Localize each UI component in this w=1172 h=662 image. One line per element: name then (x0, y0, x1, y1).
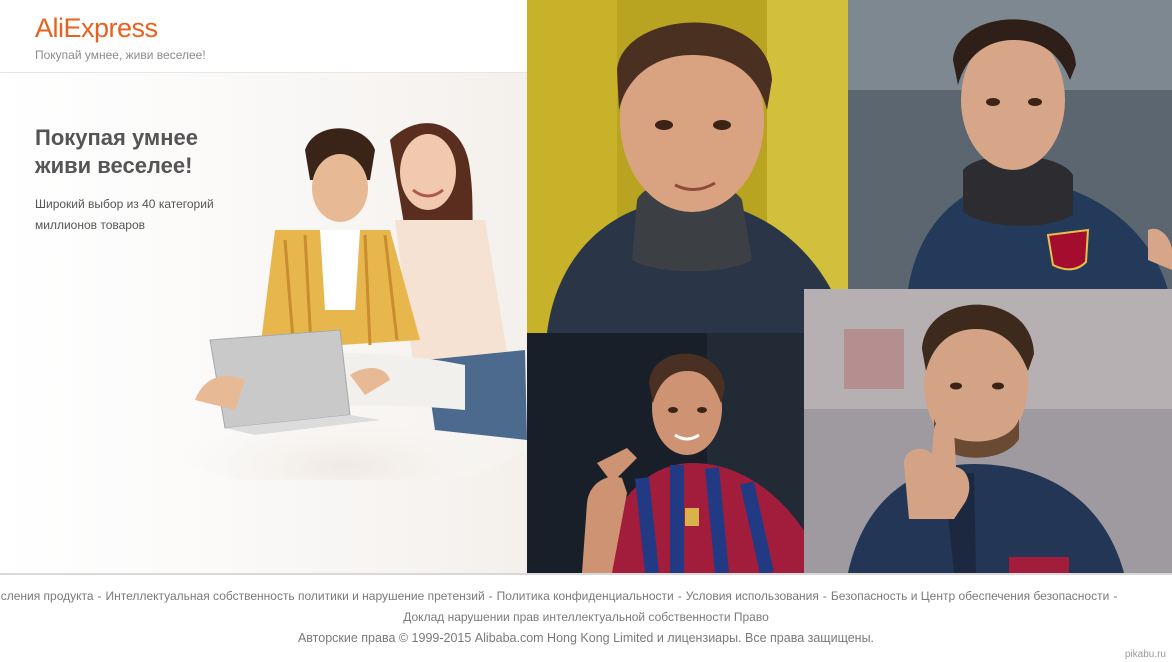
footer-link-product[interactable]: исления продукта (0, 589, 94, 603)
page-footer: исления продукта - Интеллектуальная собств… (0, 573, 1172, 662)
aliexpress-logo[interactable]: AliExpress (35, 13, 158, 44)
footer-link-security[interactable]: Безопасность и Центр обеспечения безопас… (831, 589, 1109, 603)
logo-part-ali: Ali (35, 13, 64, 43)
header-bar: AliExpress Покупай умнее, живи веселее! (0, 0, 527, 73)
footer-separator: - (822, 589, 827, 603)
portrait-1-image (527, 0, 848, 333)
aliexpress-promo-panel: AliExpress Покупай умнее, живи веселее! … (0, 0, 527, 573)
footer-link-terms[interactable]: Условия использования (686, 589, 819, 603)
footer-separator: - (677, 589, 682, 603)
portrait-4-image (804, 289, 1172, 573)
couple-with-laptop-image (165, 123, 527, 480)
slogan: Покупай умнее, живи веселее! (35, 48, 206, 62)
portrait-photo-2 (848, 0, 1172, 290)
portrait-photo-4 (804, 289, 1172, 573)
footer-link-privacy[interactable]: Политика конфиденциальности (497, 589, 674, 603)
footer-links-row: исления продукта - Интеллектуальная собств… (0, 589, 1172, 603)
portrait-3-image (527, 333, 848, 573)
footer-link-ip-policy[interactable]: Интеллектуальная собственность политики … (106, 589, 485, 603)
watermark: pikabu.ru (1124, 649, 1166, 660)
footer-separator-trailing: - (1113, 589, 1118, 603)
screenshot: AliExpress Покупай умнее, живи веселее! … (0, 0, 1172, 662)
footer-separator: - (488, 589, 493, 603)
footer-copyright: Авторские права © 1999-2015 Alibaba.com … (297, 631, 875, 645)
portrait-2-image (848, 0, 1172, 290)
logo-part-express: Express (63, 13, 159, 43)
footer-separator: - (97, 589, 102, 603)
footer-ip-report-link[interactable]: Доклад нарушении прав интеллектуальной с… (0, 610, 1172, 624)
portrait-photo-3 (527, 333, 848, 573)
portrait-photo-1 (527, 0, 848, 333)
